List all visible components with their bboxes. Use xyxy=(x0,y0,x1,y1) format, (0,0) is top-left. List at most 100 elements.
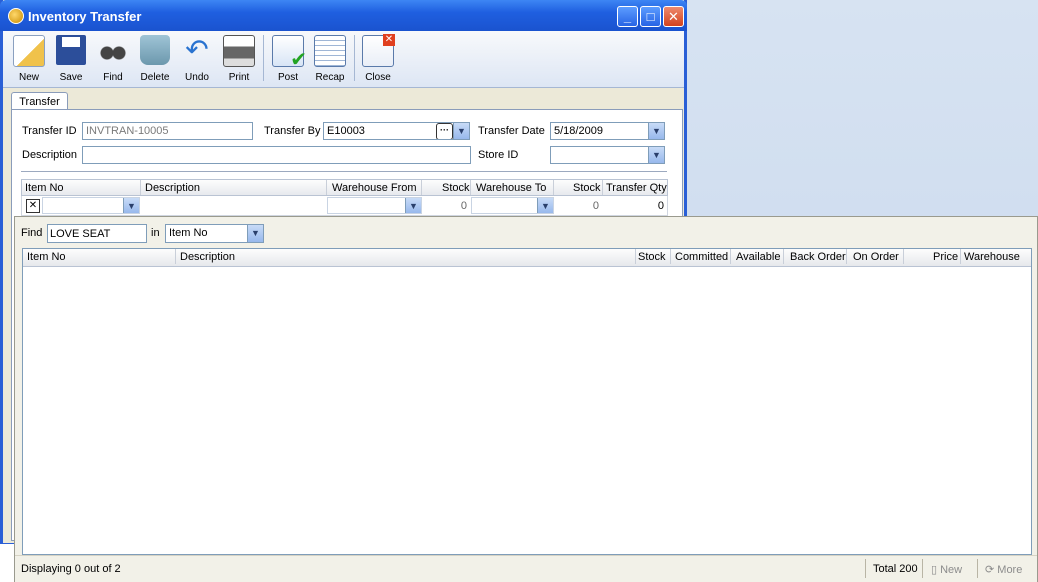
transfer-by-field[interactable]: E10003 ··· ▼ xyxy=(323,122,470,140)
minimize-button[interactable]: _ xyxy=(617,6,638,27)
column-divider xyxy=(553,180,554,195)
lookup-more-button[interactable]: ⟳ More xyxy=(985,563,1022,576)
column-divider xyxy=(846,249,847,264)
store-id-field[interactable]: ▼ xyxy=(550,146,665,164)
lookup-find-input[interactable]: LOVE SEAT xyxy=(47,224,147,243)
description-field[interactable] xyxy=(82,146,471,164)
lookup-find-label: Find xyxy=(21,227,43,239)
lookup-col-price[interactable]: Price xyxy=(933,251,958,263)
transfer-id-label: Transfer ID xyxy=(22,125,77,137)
grid-header: Item No Description Warehouse From Stock… xyxy=(21,179,668,196)
transfer-qty-cell[interactable]: 0 xyxy=(644,200,664,212)
status-separator xyxy=(865,559,866,578)
lookup-col-committed[interactable]: Committed xyxy=(675,251,728,263)
lookup-col-on-order[interactable]: On Order xyxy=(853,251,899,263)
remove-row-icon[interactable]: ✕ xyxy=(26,199,40,213)
chevron-down-icon[interactable]: ▼ xyxy=(537,198,553,213)
lookup-new-button[interactable]: ▯ New xyxy=(931,563,962,576)
lookup-results-header: Item No Description Stock Committed Avai… xyxy=(23,249,1031,267)
column-divider xyxy=(326,180,327,195)
grid-header-warehouse-from[interactable]: Warehouse From xyxy=(332,182,417,194)
recap-label: Recap xyxy=(315,72,345,83)
chevron-down-icon[interactable]: ▼ xyxy=(123,198,139,213)
transfer-date-label: Transfer Date xyxy=(478,125,545,137)
column-divider xyxy=(730,249,731,264)
lookup-total-text: Total 200 xyxy=(873,563,918,575)
column-divider xyxy=(670,249,671,264)
close-window-button[interactable]: ✕ xyxy=(663,6,684,27)
lookup-results-list[interactable]: Item No Description Stock Committed Avai… xyxy=(22,248,1032,555)
chevron-down-icon[interactable]: ▼ xyxy=(247,225,263,242)
lookup-in-value: Item No xyxy=(169,227,208,239)
warehouse-to-cell[interactable]: ▼ xyxy=(471,197,554,214)
lookup-new-label: New xyxy=(940,564,963,576)
undo-button[interactable]: ↶ Undo xyxy=(176,33,218,85)
lookup-col-item-no[interactable]: Item No xyxy=(27,251,66,263)
grid-header-stock[interactable]: Stock xyxy=(442,182,470,194)
lookup-col-back-order[interactable]: Back Order xyxy=(790,251,846,263)
grid-header-description[interactable]: Description xyxy=(145,182,200,194)
new-label: New xyxy=(18,72,39,83)
chevron-down-icon[interactable]: ▼ xyxy=(453,123,469,139)
column-divider xyxy=(903,249,904,264)
toolbar: New Save Find Delete ↶ Undo Print Post xyxy=(3,31,684,88)
window-edge xyxy=(0,544,14,582)
binoculars-icon xyxy=(98,35,128,65)
chevron-down-icon[interactable]: ▼ xyxy=(648,147,664,163)
floppy-disk-icon xyxy=(56,35,86,65)
new-doc-icon: ▯ xyxy=(931,564,941,576)
transfer-date-field[interactable]: 5/18/2009 ▼ xyxy=(550,122,665,140)
lookup-col-stock[interactable]: Stock xyxy=(638,251,666,263)
lookup-status-text: Displaying 0 out of 2 xyxy=(21,563,121,575)
grid-header-warehouse-to[interactable]: Warehouse To xyxy=(476,182,546,194)
lookup-status-bar: Displaying 0 out of 2 Total 200 ▯ New ⟳ … xyxy=(15,555,1037,582)
column-divider xyxy=(960,249,961,264)
close-form-icon xyxy=(362,34,395,67)
find-label: Find xyxy=(103,72,123,83)
lookup-more-label: More xyxy=(997,564,1023,576)
new-document-icon xyxy=(13,35,45,67)
delete-label: Delete xyxy=(140,72,170,83)
post-check-icon xyxy=(272,35,307,72)
chevron-down-icon[interactable]: ▼ xyxy=(648,123,664,139)
find-button[interactable]: Find xyxy=(92,33,134,85)
save-button[interactable]: Save xyxy=(50,33,92,85)
lookup-col-description[interactable]: Description xyxy=(180,251,235,263)
recycle-bin-icon xyxy=(140,35,170,65)
grid-header-stock-to[interactable]: Stock xyxy=(573,182,601,194)
ellipsis-icon[interactable]: ··· xyxy=(436,123,453,139)
lookup-col-available[interactable]: Available xyxy=(736,251,780,263)
post-button[interactable]: Post xyxy=(267,33,309,85)
transfer-by-value: E10003 xyxy=(327,125,365,137)
warehouse-from-cell[interactable]: ▼ xyxy=(327,197,422,214)
print-button[interactable]: Print xyxy=(218,33,260,85)
status-separator xyxy=(922,559,923,578)
item-lookup-popup: Find LOVE SEAT in Item No ▼ Item No Desc… xyxy=(14,216,1038,582)
save-label: Save xyxy=(59,72,83,83)
grid-header-item-no[interactable]: Item No xyxy=(25,182,64,194)
recap-button[interactable]: Recap xyxy=(309,33,351,85)
column-divider xyxy=(140,180,141,195)
toolbar-separator xyxy=(263,35,264,81)
chevron-down-icon[interactable]: ▼ xyxy=(405,198,421,213)
grid-header-transfer-qty[interactable]: Transfer Qty xyxy=(606,182,667,194)
lookup-in-select[interactable]: Item No ▼ xyxy=(165,224,264,243)
new-button[interactable]: New xyxy=(8,33,50,85)
table-row[interactable]: ✕ ▼ ▼ 0 ▼ 0 0 xyxy=(21,196,668,216)
window-title: Inventory Transfer xyxy=(28,9,142,24)
description-label: Description xyxy=(22,149,78,161)
stock-to-cell: 0 xyxy=(592,200,599,212)
title-bar[interactable]: Inventory Transfer _ □ ✕ xyxy=(0,0,687,31)
maximize-button[interactable]: □ xyxy=(640,6,661,27)
item-no-cell[interactable]: ▼ xyxy=(42,197,140,214)
close-button[interactable]: Close xyxy=(357,33,399,85)
lookup-col-warehouse[interactable]: Warehouse xyxy=(964,251,1020,263)
printer-icon xyxy=(223,35,255,67)
app-icon xyxy=(8,8,24,24)
post-label: Post xyxy=(277,72,298,83)
print-label: Print xyxy=(228,72,250,83)
transfer-id-field[interactable]: INVTRAN-10005 xyxy=(82,122,253,140)
form-divider xyxy=(21,171,667,172)
column-divider xyxy=(421,180,422,195)
delete-button[interactable]: Delete xyxy=(134,33,176,85)
